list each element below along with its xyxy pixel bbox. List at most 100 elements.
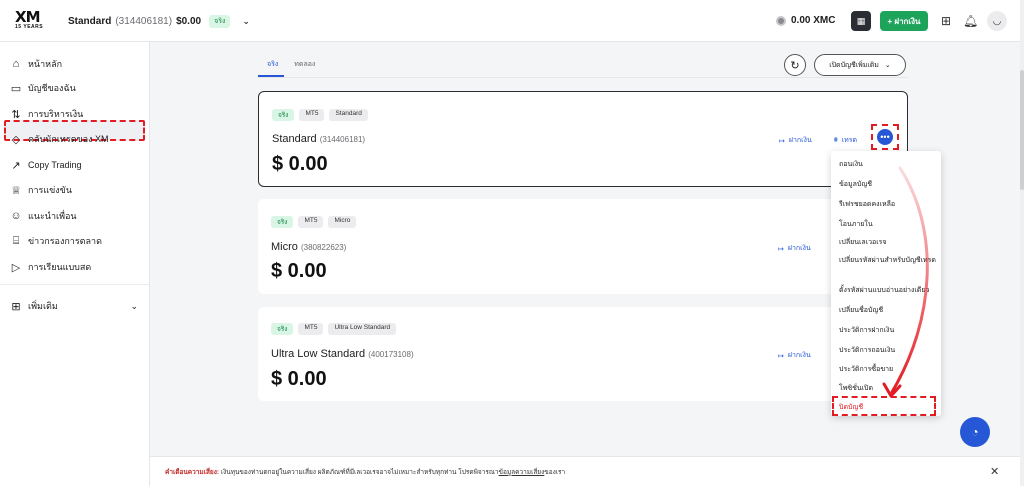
sidebar-item-label: แนะนำเพื่อน (28, 211, 77, 221)
xm-logo[interactable]: XM 15 YEARS (15, 10, 49, 31)
wallet-icon: ▭ (10, 82, 22, 95)
scrollbar-thumb[interactable] (1020, 70, 1024, 190)
sidebar-divider (0, 284, 149, 285)
chip-platform: MT5 (299, 109, 325, 121)
account-tag: จริง (209, 15, 231, 28)
scrollbar[interactable] (1020, 0, 1024, 486)
deposit-link[interactable]: ↦ ฝากเงิน (779, 135, 812, 146)
sidebar-item-label: การบริหารเงิน (28, 109, 84, 119)
deposit-button[interactable]: + ฝากเงิน (880, 11, 928, 31)
coin-icon (776, 15, 786, 26)
menu-item-open-positions[interactable]: โพซิชั่นเปิด (839, 384, 939, 393)
user-avatar-icon[interactable]: ◡ (987, 11, 1007, 31)
sidebar-item-live-education[interactable]: ▷ การเรียนแบบสด (10, 258, 91, 276)
deposit-link[interactable]: ↦ ฝากเงิน (778, 243, 811, 254)
sidebar-item-my-accounts[interactable]: ▭ บัญชีของฉัน (10, 79, 76, 97)
account-name: Micro (271, 241, 298, 253)
sidebar-item-more[interactable]: ⊞ เพิ่มเติม ⌄ (10, 297, 138, 315)
close-account-highlight (832, 396, 936, 416)
account-card-standard[interactable]: จริง MT5 Standard Standard (314406181) $… (258, 91, 908, 187)
risk-warning-text: คำเตือนความเสี่ยง: เงินทุนของท่านตกอยู่ใ… (165, 467, 565, 477)
sidebar-item-refer[interactable]: ☺ แนะนำเพื่อน (10, 207, 77, 225)
account-title: Ultra Low Standard (400173108) (271, 348, 414, 360)
tab-real[interactable]: จริง (267, 59, 278, 70)
bell-icon[interactable]: 🔔︎ (963, 14, 978, 28)
chip-type: Standard (329, 109, 368, 121)
risk-info-link[interactable]: ข้อมูลความเสี่ยง (499, 469, 545, 476)
menu-item-rename[interactable]: เปลี่ยนชื่อบัญชี (839, 306, 939, 315)
home-icon: ⌂ (12, 58, 20, 70)
chat-icon: ◔ (971, 425, 979, 439)
account-title: Micro (380822623) (271, 241, 346, 253)
menu-item-readonly-password[interactable]: ตั้งรหัสผ่านแบบอ่านอย่างเดียว (839, 286, 939, 295)
trade-link[interactable]: ⩩ เทรด (834, 135, 857, 146)
sidebar-item-trader-club[interactable]: ◇ คลับนักเทรดของ XM (10, 130, 109, 148)
chip-type: Micro (328, 216, 357, 228)
apps-grid-icon[interactable]: ⊞ (941, 14, 951, 28)
deposit-arrow-icon: ↦ (778, 245, 784, 253)
menu-item-change-password[interactable]: เปลี่ยนรหัสผ่านสำหรับบัญชีเทรด (839, 256, 939, 265)
chevron-down-icon[interactable]: ⌄ (242, 16, 250, 27)
more-options-button[interactable]: ••• (877, 129, 893, 145)
account-balance: $ 0.00 (272, 153, 328, 175)
refresh-icon: ↻ (790, 59, 800, 72)
deposit-arrow-icon: ↦ (778, 352, 784, 360)
transfer-icon: ⇅ (11, 108, 21, 121)
tab-demo[interactable]: ทดลอง (294, 59, 315, 70)
account-balance: $ 0.00 (271, 260, 327, 282)
menu-item-change-leverage[interactable]: เปลี่ยนเลเวอเรจ (839, 238, 939, 247)
deposit-arrow-icon: ↦ (779, 137, 785, 145)
account-name: Ultra Low Standard (271, 348, 366, 360)
sidebar-item-label: ข่าวกรองการตลาด (28, 236, 102, 246)
sidebar-item-funds[interactable]: ⇅ การบริหารเงิน (10, 105, 83, 123)
chip-platform: MT5 (298, 323, 324, 335)
sidebar-item-label: การเรียนแบบสด (28, 262, 92, 272)
sidebar-item-label: Copy Trading (28, 160, 82, 170)
xmc-balance: 0.00 XMC (776, 15, 835, 26)
account-card-micro[interactable]: จริง MT5 Micro Micro (380822623) $ 0.00 … (258, 199, 908, 294)
ellipsis-icon: ••• (880, 131, 890, 142)
top-bar: XM 15 YEARS Standard (314406181) $0.00 จ… (0, 0, 1020, 42)
tab-divider (258, 77, 908, 78)
sidebar-item-label: เพิ่มเติม (28, 301, 58, 311)
menu-item-account-info[interactable]: ข้อมูลบัญชี (839, 180, 939, 189)
account-name: Standard (68, 16, 112, 27)
account-card-ultra-low[interactable]: จริง MT5 Ultra Low Standard Ultra Low St… (258, 307, 908, 401)
deposit-link[interactable]: ↦ ฝากเงิน (778, 350, 811, 361)
chart-icon: ⩩ (834, 136, 838, 144)
account-chips: จริง MT5 Ultra Low Standard (271, 323, 397, 335)
chevron-down-icon: ⌄ (130, 300, 138, 311)
account-tabs: จริง ทดลอง (267, 59, 315, 70)
account-options-menu: ถอนเงิน ข้อมูลบัญชี รีเฟรชยอดคงเหลือ โอน… (831, 151, 941, 416)
chat-support-button[interactable]: ◔ (960, 417, 990, 447)
sidebar-item-label: บัญชีของฉัน (28, 83, 76, 93)
deposit-label: ฝากเงิน (787, 245, 811, 252)
trade-label: เทรด (841, 137, 858, 144)
deposit-label: ฝากเงิน (787, 352, 811, 359)
menu-item-refresh-balance[interactable]: รีเฟรชยอดคงเหลือ (839, 200, 939, 209)
refresh-button[interactable]: ↻ (784, 54, 806, 76)
menu-item-withdraw-history[interactable]: ประวัติการถอนเงิน (839, 346, 939, 355)
qr-icon[interactable]: ▦ (851, 11, 871, 31)
people-icon: ☺ (10, 210, 22, 222)
sidebar-item-market-news[interactable]: ⌸ ข่าวกรองการตลาด (10, 232, 102, 250)
menu-item-trade-history[interactable]: ประวัติการซื้อขาย (839, 365, 939, 374)
menu-item-deposit-history[interactable]: ประวัติการฝากเงิน (839, 326, 939, 335)
chip-real: จริง (271, 216, 294, 228)
sidebar-item-home[interactable]: ⌂ หน้าหลัก (10, 55, 62, 73)
close-icon[interactable]: ✕ (990, 465, 999, 478)
diamond-icon: ◇ (11, 133, 21, 146)
menu-item-withdraw[interactable]: ถอนเงิน (839, 160, 939, 169)
account-number: (314406181) (319, 135, 366, 144)
tab-active-indicator (258, 75, 284, 77)
account-chips: จริง MT5 Micro (271, 216, 357, 228)
logo-sub: 15 YEARS (15, 24, 44, 30)
open-account-button[interactable]: เปิดบัญชีเพิ่มเติม ⌄ (814, 54, 906, 76)
chevron-down-icon: ⌄ (884, 62, 891, 69)
account-switcher[interactable]: Standard (314406181) $0.00 จริง ⌄ (68, 15, 250, 28)
menu-item-internal-transfer[interactable]: โอนภายใน (839, 220, 939, 229)
sidebar-item-copy-trading[interactable]: ↗ Copy Trading (10, 156, 82, 174)
risk-warning-body: เงินทุนของท่านตกอยู่ในความเสี่ยง ผลิตภัณ… (219, 469, 499, 476)
sidebar-item-competitions[interactable]: ♕ การแข่งขัน (10, 181, 72, 199)
risk-warning-tail: ของเรา (544, 469, 566, 476)
